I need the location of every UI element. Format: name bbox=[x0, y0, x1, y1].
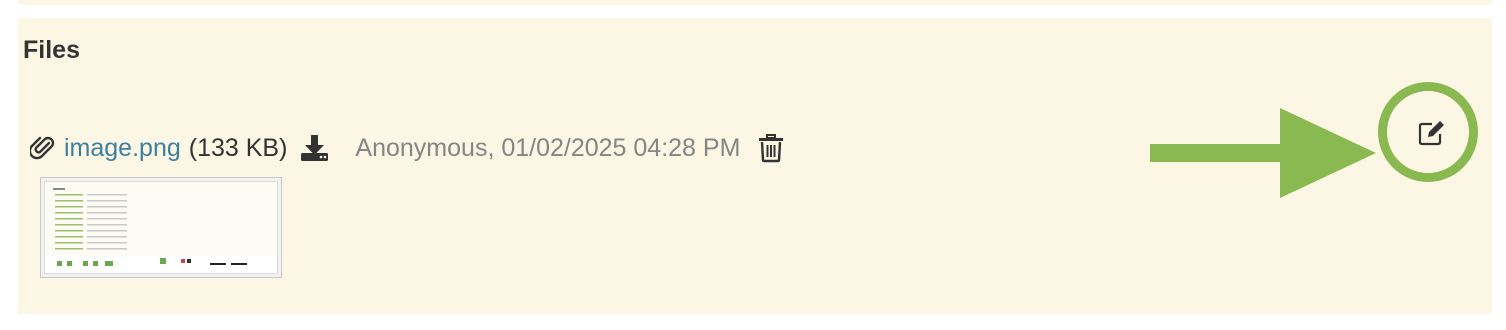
arrow-annotation bbox=[1148, 108, 1388, 198]
file-row: image.png (133 KB) Anonymous, 01/02/2025… bbox=[30, 128, 784, 168]
edit-icon[interactable] bbox=[1417, 118, 1447, 148]
files-heading: Files bbox=[23, 36, 80, 64]
paperclip-icon bbox=[30, 134, 56, 162]
thumbnail-preview bbox=[44, 181, 278, 274]
image-thumbnail[interactable] bbox=[40, 177, 282, 278]
download-icon[interactable] bbox=[299, 133, 331, 163]
file-link[interactable]: image.png bbox=[64, 134, 181, 163]
file-meta: Anonymous, 01/02/2025 04:28 PM bbox=[355, 133, 741, 162]
trash-icon[interactable] bbox=[758, 133, 784, 163]
previous-panel-edge bbox=[18, 0, 1492, 5]
file-size: (133 KB) bbox=[188, 133, 288, 162]
